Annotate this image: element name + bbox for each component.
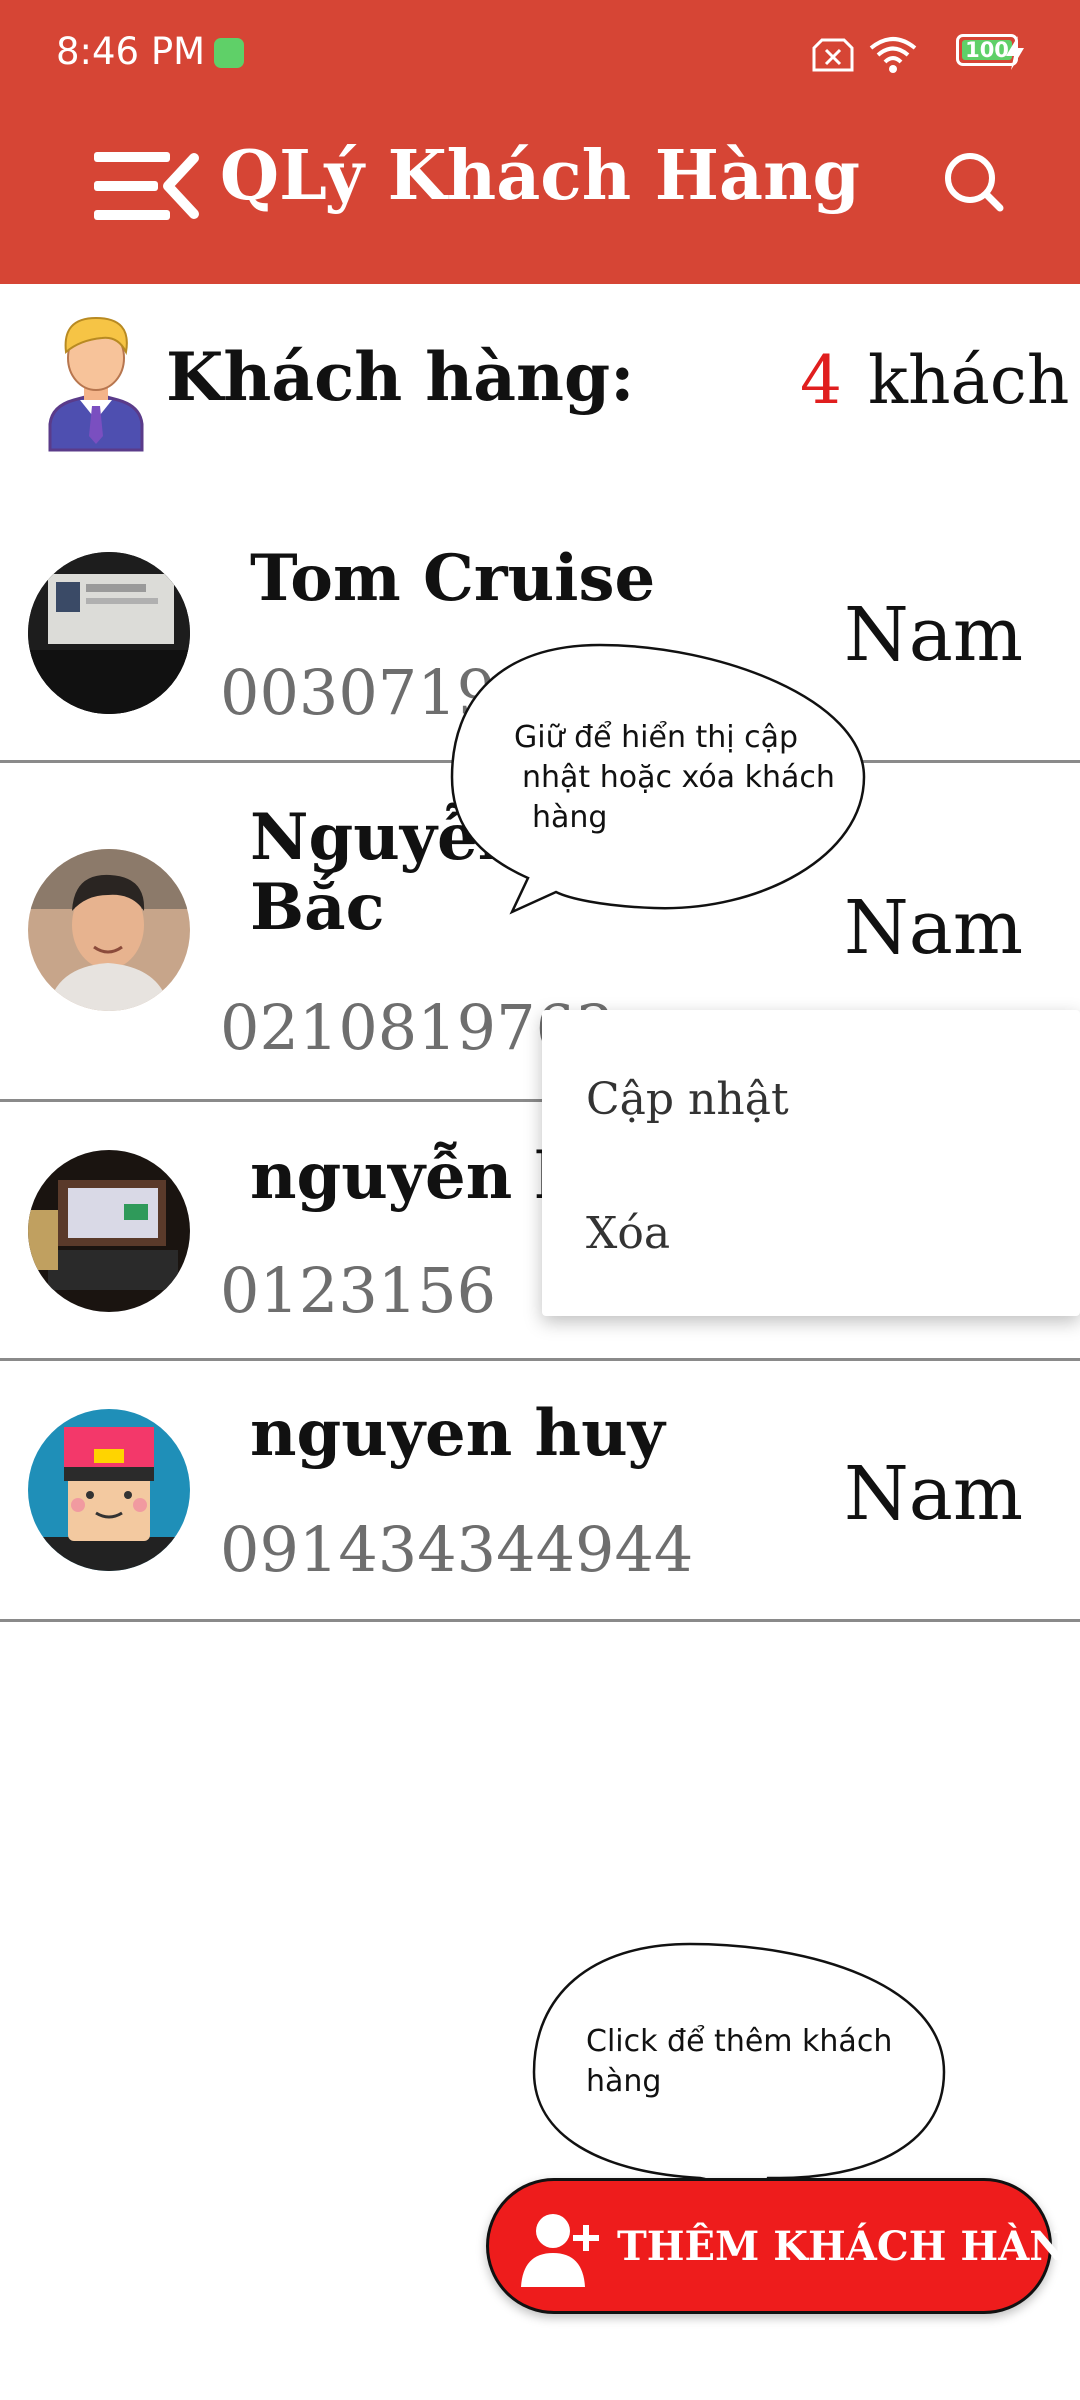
app-notification-icon	[214, 38, 244, 68]
customer-gender: Nam	[844, 592, 1024, 678]
context-menu: Cập nhật Xóa	[542, 1010, 1080, 1316]
customer-name: Tom Cruise	[250, 541, 656, 616]
customer-gender: Nam	[844, 885, 1024, 971]
customer-name-line2: Bắc	[250, 870, 385, 945]
charging-icon	[1006, 36, 1024, 70]
customer-row[interactable]: nguyen huy 091434344944 Nam	[0, 1361, 1080, 1622]
app-title: QLý Khách Hàng	[219, 136, 861, 216]
menu-item-delete[interactable]: Xóa	[586, 1208, 670, 1259]
customer-name: nguyen huy	[250, 1396, 665, 1471]
add-customer-button[interactable]: THÊM KHÁCH HÀNG	[486, 2178, 1080, 2314]
add-tooltip-line1: Click để thêm khách	[586, 2024, 893, 2059]
customer-section-label: Khách hàng:	[166, 338, 635, 416]
long-press-tooltip-line3: hàng	[532, 800, 608, 835]
customer-name: nguyễn h	[250, 1139, 582, 1214]
app-bar: 8:46 PM 100 QLý Khách Hàng	[0, 0, 1080, 284]
search-icon[interactable]	[942, 150, 1006, 214]
menu-item-update[interactable]: Cập nhật	[586, 1074, 789, 1125]
wifi-icon	[869, 37, 917, 73]
customer-avatar	[28, 1409, 190, 1571]
customer-count-unit: khách	[868, 342, 1070, 419]
customer-gender: Nam	[844, 1451, 1024, 1537]
customer-avatar	[28, 849, 190, 1011]
customer-avatar	[28, 552, 190, 714]
customer-phone: 0123156	[220, 1254, 497, 1327]
customer-name: Nguyễn	[250, 800, 525, 875]
add-tooltip-line2: hàng	[586, 2064, 662, 2099]
status-time: 8:46 PM	[56, 30, 206, 73]
customer-phone: 091434344944	[220, 1513, 694, 1586]
customer-avatar-icon	[48, 316, 144, 452]
long-press-tooltip-line2: nhật hoặc xóa khách	[522, 760, 835, 795]
customer-avatar	[28, 1150, 190, 1312]
sim-off-icon	[812, 38, 854, 72]
add-customer-label: THÊM KHÁCH HÀNG	[617, 2223, 1080, 2270]
customer-count: 4	[800, 342, 842, 419]
long-press-tooltip-line1: Giữ để hiển thị cập	[514, 720, 799, 755]
add-user-icon	[521, 2214, 599, 2287]
